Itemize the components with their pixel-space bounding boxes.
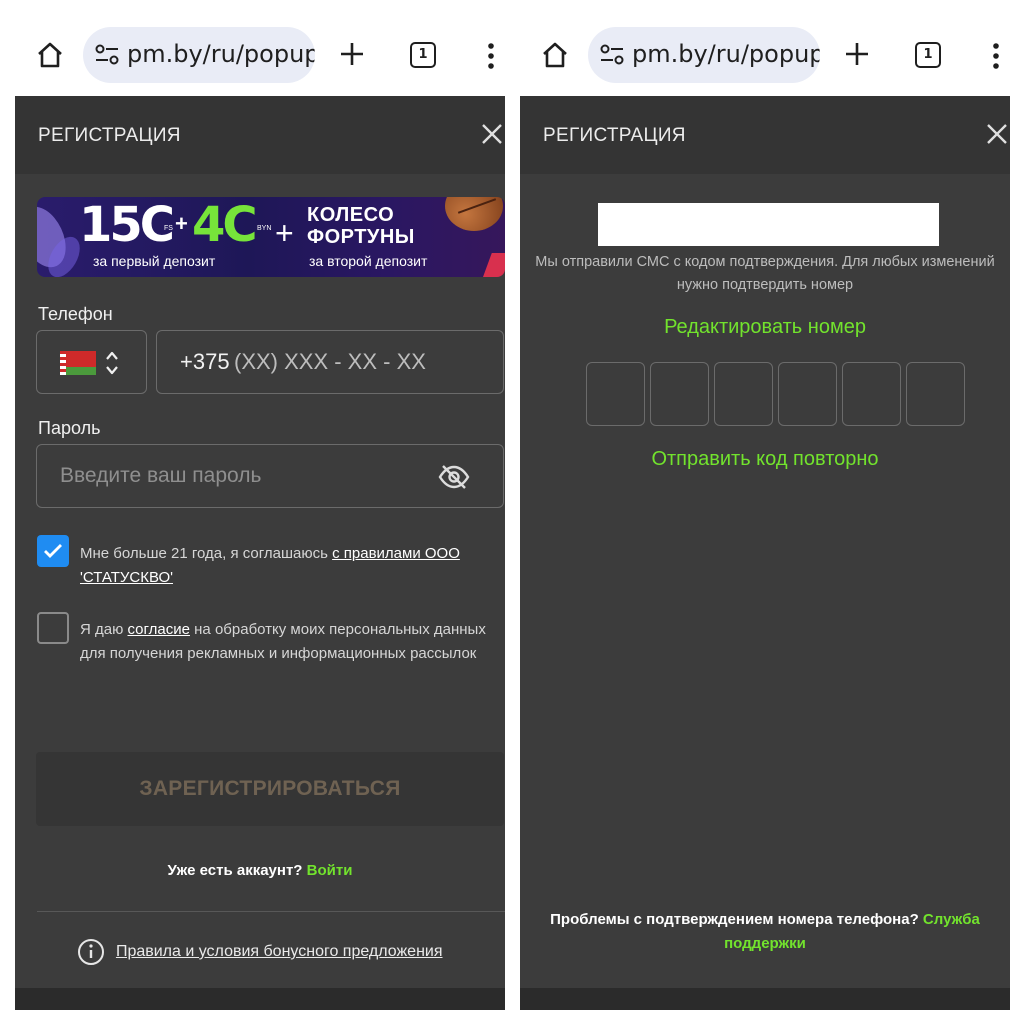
site-settings-icon[interactable] <box>600 44 624 66</box>
verification-problem-prompt: Проблемы с подтверждением номера телефон… <box>550 908 980 956</box>
banner-plus: + <box>275 215 294 251</box>
bonus-terms-link[interactable]: Правила и условия бонусного предложения <box>116 943 443 961</box>
promo-banner[interactable]: 15С FS + 4С BYN + КОЛЕСО ФОРТУНЫ за перв… <box>37 197 505 277</box>
registration-modal: РЕГИСТРАЦИЯ 15С FS + 4С BYN + КОЛЕСО ФОР… <box>15 96 505 1010</box>
banner-shape-decoration <box>483 253 505 277</box>
new-tab-icon[interactable] <box>339 41 365 67</box>
sms-code-input <box>586 362 966 428</box>
login-prompt-text: Уже есть аккаунт? <box>167 862 303 879</box>
phone-prefix: +375 <box>180 349 230 374</box>
modal-bottom-bar <box>15 988 505 1010</box>
chevron-up-down-icon <box>106 351 118 375</box>
banner-unit-b: BYN <box>257 225 272 232</box>
phone-input[interactable]: +375 (XX) XXX - XX - XX <box>156 330 504 394</box>
new-tab-icon[interactable] <box>844 41 870 67</box>
country-code-select[interactable] <box>36 330 147 394</box>
modal-title: РЕГИСТРАЦИЯ <box>38 125 181 146</box>
marketing-consent-text: Я даю согласие на обработку моих персона… <box>80 618 495 666</box>
site-settings-icon[interactable] <box>95 44 119 66</box>
code-digit-6[interactable] <box>906 362 965 426</box>
age-consent-prefix: Мне больше 21 года, я соглашаюсь <box>80 545 333 562</box>
consent-link[interactable]: согласие <box>128 621 190 638</box>
basketball-icon <box>445 197 503 231</box>
check-icon <box>44 544 62 558</box>
address-bar[interactable]: pm.by/ru/popup <box>588 27 820 83</box>
banner-plus: + <box>175 211 188 236</box>
marketing-consent-prefix: Я даю <box>80 621 128 638</box>
banner-caption-a: за первый депозит <box>93 253 216 269</box>
code-digit-1[interactable] <box>586 362 645 426</box>
modal-bottom-bar <box>520 988 1010 1010</box>
banner-amount-b: 4С <box>192 197 258 253</box>
browser-toolbar-left: pm.by/ru/popup 1 <box>15 0 520 96</box>
url-text: pm.by/ru/popup <box>632 40 820 68</box>
code-digit-5[interactable] <box>842 362 901 426</box>
login-link[interactable]: Войти <box>307 862 353 879</box>
more-vert-icon[interactable] <box>990 42 1002 70</box>
verification-modal: РЕГИСТРАЦИЯ Мы отправили СМС с кодом под… <box>520 96 1010 1010</box>
banner-amount-a: 15С <box>79 197 175 253</box>
tab-switcher-button[interactable]: 1 <box>410 42 436 68</box>
banner-wheel-line2: ФОРТУНЫ <box>307 226 415 248</box>
password-input[interactable]: Введите ваш пароль <box>36 444 504 508</box>
marketing-consent-checkbox[interactable] <box>37 612 69 644</box>
banner-wheel-title: КОЛЕСО ФОРТУНЫ <box>307 204 415 248</box>
more-vert-icon[interactable] <box>485 42 497 70</box>
edit-number-link[interactable]: Редактировать номер <box>520 316 1010 339</box>
close-icon[interactable] <box>986 123 1008 145</box>
register-button[interactable]: ЗАРЕГИСТРИРОВАТЬСЯ <box>36 752 504 826</box>
modal-header: РЕГИСТРАЦИЯ <box>15 96 505 174</box>
address-bar[interactable]: pm.by/ru/popup <box>83 27 315 83</box>
login-prompt: Уже есть аккаунт? Войти <box>15 862 505 879</box>
banner-caption-b: за второй депозит <box>309 253 428 269</box>
banner-wheel-line1: КОЛЕСО <box>307 204 395 226</box>
redacted-phone-number <box>598 203 939 246</box>
bonus-terms-row: Правила и условия бонусного предложения <box>15 938 505 966</box>
age-consent-checkbox[interactable] <box>37 535 69 567</box>
eye-off-icon[interactable] <box>437 463 471 491</box>
home-icon[interactable] <box>540 40 570 70</box>
url-text: pm.by/ru/popup <box>127 40 315 68</box>
belarus-flag-icon <box>60 351 96 375</box>
divider <box>37 911 505 912</box>
modal-title: РЕГИСТРАЦИЯ <box>543 125 686 146</box>
tab-switcher-button[interactable]: 1 <box>915 42 941 68</box>
code-digit-4[interactable] <box>778 362 837 426</box>
code-digit-3[interactable] <box>714 362 773 426</box>
password-placeholder: Введите ваш пароль <box>60 464 262 487</box>
resend-code-link[interactable]: Отправить код повторно <box>520 448 1010 471</box>
phone-label: Телефон <box>38 304 113 324</box>
browser-toolbar-right: pm.by/ru/popup 1 <box>520 0 1024 96</box>
modal-header: РЕГИСТРАЦИЯ <box>520 96 1010 174</box>
problem-text: Проблемы с подтверждением номера телефон… <box>550 911 919 928</box>
banner-unit-a: FS <box>164 225 173 232</box>
close-icon[interactable] <box>481 123 503 145</box>
password-label: Пароль <box>38 418 101 438</box>
info-icon <box>78 939 105 965</box>
phone-mask: (XX) XXX - XX - XX <box>234 349 426 374</box>
code-digit-2[interactable] <box>650 362 709 426</box>
home-icon[interactable] <box>35 40 65 70</box>
age-consent-text: Мне больше 21 года, я соглашаюсь с прави… <box>80 542 495 590</box>
sms-sent-info: Мы отправили СМС с кодом подтверждения. … <box>535 254 995 293</box>
